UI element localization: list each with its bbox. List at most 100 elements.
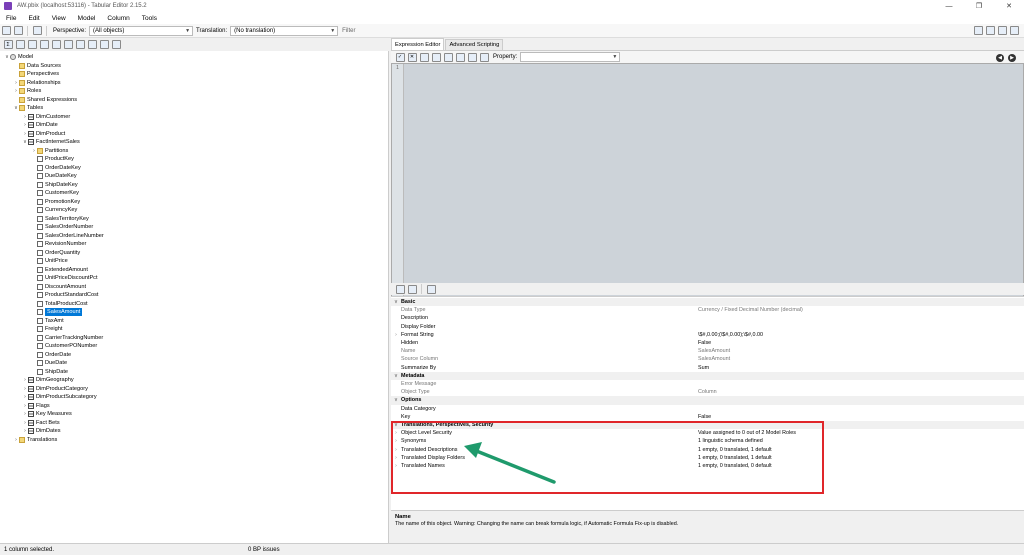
- column-icon[interactable]: [15, 40, 25, 49]
- tree-node[interactable]: OrderDate: [31, 351, 71, 359]
- collapse-icon[interactable]: ∨: [391, 373, 401, 379]
- comment-icon[interactable]: [455, 52, 465, 62]
- tree-node[interactable]: ProductStandardCost: [31, 291, 98, 299]
- sigma-icon[interactable]: Σ: [3, 40, 13, 49]
- property-row[interactable]: Data Category: [391, 405, 1024, 413]
- tree-node[interactable]: › DimProduct: [22, 130, 65, 138]
- replace-icon[interactable]: [443, 52, 453, 62]
- menu-column[interactable]: Column: [101, 15, 135, 22]
- property-row[interactable]: Summarize By Sum: [391, 364, 1024, 372]
- tree-node[interactable]: Data Sources: [13, 62, 61, 70]
- hierarchy-icon[interactable]: [27, 40, 37, 49]
- tree-node[interactable]: UnitPriceDiscountPct: [31, 274, 98, 282]
- tree-node[interactable]: RevisionNumber: [31, 240, 86, 248]
- table-icon[interactable]: [39, 40, 49, 49]
- property-row[interactable]: › Format String \$#,0.00;(\$#,0.00);\$#,0.…: [391, 331, 1024, 339]
- tree-node[interactable]: Perspectives: [13, 70, 59, 78]
- property-row[interactable]: Data Type Currency / Fixed Decimal Number…: [391, 306, 1024, 314]
- tree-node[interactable]: › DimProductSubcategory: [22, 393, 97, 401]
- tree-node[interactable]: › DimDate: [22, 121, 58, 129]
- tree-node[interactable]: › Relationships: [13, 79, 61, 87]
- menu-view[interactable]: View: [46, 15, 72, 22]
- tree-node[interactable]: DiscountAmount: [31, 283, 86, 291]
- property-value[interactable]: Sum: [698, 365, 1024, 371]
- tab-advanced-scripting[interactable]: Advanced Scripting: [445, 39, 504, 50]
- layout-icon[interactable]: [997, 26, 1007, 35]
- uncomment-icon[interactable]: [467, 52, 477, 62]
- expand-icon[interactable]: ›: [391, 332, 401, 338]
- property-pages-icon[interactable]: [426, 284, 436, 294]
- tree-node[interactable]: CurrencyKey: [31, 206, 77, 214]
- property-row[interactable]: Source Column SalesAmount: [391, 355, 1024, 363]
- copy-icon[interactable]: [111, 40, 121, 49]
- property-value[interactable]: SalesAmount: [698, 348, 1024, 354]
- property-select[interactable]: ▼: [520, 52, 621, 62]
- property-value[interactable]: \$#,0.00;(\$#,0.00);\$#,0.00: [698, 332, 1024, 338]
- menu-edit[interactable]: Edit: [22, 15, 45, 22]
- tree-node[interactable]: ∨ FactInternetSales: [22, 138, 80, 146]
- maximize-icon[interactable]: ❐: [964, 0, 994, 12]
- collapse-icon[interactable]: ∨: [391, 397, 401, 403]
- tree-node[interactable]: › DimDates: [22, 427, 61, 435]
- tree-node[interactable]: TaxAmt: [31, 317, 64, 325]
- property-row[interactable]: Key False: [391, 413, 1024, 421]
- tree-node[interactable]: ShipDate: [31, 368, 68, 376]
- tree-node[interactable]: SalesOrderLineNumber: [31, 232, 104, 240]
- tree-node[interactable]: SalesTerritoryKey: [31, 215, 89, 223]
- tree-node[interactable]: SalesAmount: [31, 308, 83, 316]
- save-icon[interactable]: [32, 26, 42, 35]
- open-file-icon[interactable]: [1, 26, 11, 35]
- dax-format-icon[interactable]: [419, 52, 429, 62]
- tab-expression-editor[interactable]: Expression Editor: [391, 38, 445, 50]
- property-row[interactable]: Object Type Column: [391, 388, 1024, 396]
- menu-model[interactable]: Model: [72, 15, 102, 22]
- tree-node[interactable]: › DimCustomer: [22, 113, 70, 121]
- minimize-icon[interactable]: —: [934, 0, 964, 12]
- search-icon[interactable]: [431, 52, 441, 62]
- tree-node[interactable]: › Flags: [22, 402, 50, 410]
- property-row[interactable]: Error Message: [391, 380, 1024, 388]
- tree-node[interactable]: Shared Expressions: [13, 96, 77, 104]
- filter-icon[interactable]: [973, 26, 983, 35]
- property-row[interactable]: Display Folder: [391, 323, 1024, 331]
- folder-icon[interactable]: [75, 40, 85, 49]
- tree-node[interactable]: TotalProductCost: [31, 300, 88, 308]
- property-row[interactable]: Description: [391, 314, 1024, 322]
- tree-node[interactable]: › DimProductCategory: [22, 385, 88, 393]
- tree-node[interactable]: CustomerKey: [31, 189, 79, 197]
- tree-node[interactable]: OrderDateKey: [31, 164, 81, 172]
- property-category[interactable]: ∨ Metadata: [391, 371, 1024, 380]
- tree-node[interactable]: Freight: [31, 325, 62, 333]
- tree-node[interactable]: › Fact Bets: [22, 419, 60, 427]
- tree-node[interactable]: › DimGeography: [22, 376, 74, 384]
- tree-node[interactable]: UnitPrice: [31, 257, 68, 265]
- tree-node[interactable]: › Roles: [13, 87, 41, 95]
- forward-arrow-icon[interactable]: ▶: [1008, 54, 1016, 62]
- menu-file[interactable]: File: [0, 15, 22, 22]
- tree-node[interactable]: ProductKey: [31, 155, 74, 163]
- status-bp-issues[interactable]: 0 BP issues: [244, 547, 280, 553]
- perspective-select[interactable]: (All objects) ▼: [89, 25, 194, 36]
- layout-icon[interactable]: [1009, 26, 1019, 35]
- filter-input[interactable]: Filter: [342, 28, 355, 34]
- tree-node[interactable]: PromotionKey: [31, 198, 80, 206]
- tree-node[interactable]: OrderQuantity: [31, 249, 80, 257]
- tree-node[interactable]: ExtendedAmount: [31, 266, 88, 274]
- property-value[interactable]: Column: [698, 389, 1024, 395]
- tree-node[interactable]: ShipDateKey: [31, 181, 78, 189]
- tree-node[interactable]: ∨ Tables: [13, 104, 43, 112]
- property-category[interactable]: ∨ Options: [391, 396, 1024, 405]
- property-value[interactable]: False: [698, 340, 1024, 346]
- tree-node[interactable]: ∨ Model: [4, 53, 33, 61]
- partition-icon[interactable]: [51, 40, 61, 49]
- model-tree[interactable]: ∨ Model Data Sources Perspectives › Relations…: [0, 51, 389, 543]
- grid-icon[interactable]: [87, 40, 97, 49]
- sort-az-icon[interactable]: [407, 284, 417, 294]
- tree-node[interactable]: DueDate: [31, 359, 67, 367]
- tree-node[interactable]: › Translations: [13, 436, 57, 444]
- cancel-icon[interactable]: ✕: [407, 52, 417, 62]
- undo-icon[interactable]: [479, 52, 489, 62]
- property-row[interactable]: Name SalesAmount: [391, 347, 1024, 355]
- property-value[interactable]: Currency / Fixed Decimal Number (decimal…: [698, 307, 1024, 313]
- property-value[interactable]: False: [698, 414, 1024, 420]
